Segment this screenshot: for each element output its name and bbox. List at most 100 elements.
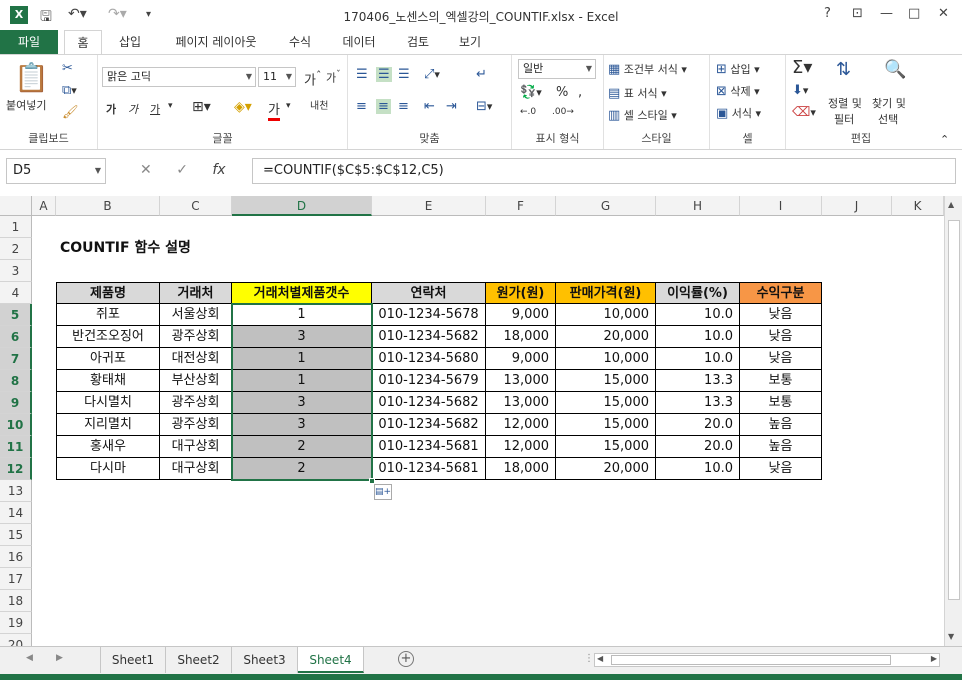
data-cell[interactable]: 높음: [740, 414, 822, 436]
sheet-tab-sheet1[interactable]: Sheet1: [100, 647, 166, 673]
data-cell[interactable]: 1: [232, 348, 372, 370]
row-header[interactable]: 14: [0, 502, 32, 524]
copy-icon[interactable]: ⧉▾: [62, 83, 77, 98]
cancel-icon[interactable]: ✕: [140, 162, 152, 178]
autosum-icon[interactable]: Σ▾: [792, 57, 812, 78]
data-cell[interactable]: 3: [232, 414, 372, 436]
tab-data[interactable]: 데이터: [332, 30, 386, 54]
data-cell[interactable]: 20.0: [656, 436, 740, 458]
column-header[interactable]: G: [556, 196, 656, 216]
close-button[interactable]: ✕: [938, 6, 949, 21]
border-icon[interactable]: ⊞▾: [192, 99, 211, 115]
data-cell[interactable]: 15,000: [556, 392, 656, 414]
column-header[interactable]: F: [486, 196, 556, 216]
data-cell[interactable]: 9,000: [486, 348, 556, 370]
data-cell[interactable]: 보통: [740, 370, 822, 392]
insert-function-button[interactable]: fx: [212, 162, 225, 178]
header-cell[interactable]: 거래처: [160, 282, 232, 304]
row-header[interactable]: 13: [0, 480, 32, 502]
sheet-tab-sheet3[interactable]: Sheet3: [232, 647, 298, 673]
column-header[interactable]: A: [32, 196, 56, 216]
data-cell[interactable]: 13,000: [486, 370, 556, 392]
header-cell[interactable]: 원가(원): [486, 282, 556, 304]
data-cell[interactable]: 010-1234-5681: [372, 458, 486, 480]
name-box[interactable]: D5 ▼: [6, 158, 106, 184]
increase-indent-icon[interactable]: ⇥: [446, 99, 457, 114]
tab-formulas[interactable]: 수식: [278, 30, 322, 54]
prev-sheet-icon[interactable]: ◀: [26, 653, 33, 663]
data-cell[interactable]: 010-1234-5679: [372, 370, 486, 392]
formula-input[interactable]: =COUNTIF($C$5:$C$12,C5): [252, 158, 956, 184]
column-header[interactable]: H: [656, 196, 740, 216]
shrink-font-icon[interactable]: 가ˇ: [326, 69, 341, 86]
column-header[interactable]: E: [372, 196, 486, 216]
data-cell[interactable]: 18,000: [486, 458, 556, 480]
underline-dropdown-icon[interactable]: ▾: [168, 101, 173, 111]
decrease-decimal-icon[interactable]: .00→: [552, 107, 574, 117]
row-header[interactable]: 2: [0, 238, 32, 260]
ribbon-display-icon[interactable]: ⊡: [852, 6, 863, 21]
tab-view[interactable]: 보기: [448, 30, 492, 54]
data-cell[interactable]: 보통: [740, 392, 822, 414]
data-cell[interactable]: 높음: [740, 436, 822, 458]
tab-file[interactable]: 파일: [0, 30, 58, 54]
data-cell[interactable]: 10.0: [656, 458, 740, 480]
font-color-icon[interactable]: 가: [268, 99, 280, 121]
align-right-icon[interactable]: ≡: [398, 99, 409, 114]
worksheet-grid[interactable]: A B C D E F G H I J K 1 2 3 4 5 6 7 8 9 …: [0, 196, 944, 646]
data-cell[interactable]: 9,000: [486, 304, 556, 326]
data-cell[interactable]: 쥐포: [56, 304, 160, 326]
data-cell[interactable]: 15,000: [556, 414, 656, 436]
row-header[interactable]: 15: [0, 524, 32, 546]
row-header[interactable]: 3: [0, 260, 32, 282]
data-cell[interactable]: 18,000: [486, 326, 556, 348]
enter-icon[interactable]: ✓: [176, 162, 188, 178]
find-select-button[interactable]: 찾기 및: [872, 95, 906, 111]
data-cell[interactable]: 3: [232, 326, 372, 348]
row-header[interactable]: 19: [0, 612, 32, 634]
data-cell[interactable]: 12,000: [486, 414, 556, 436]
font-color-dropdown-icon[interactable]: ▾: [286, 101, 291, 111]
number-format-select[interactable]: 일반 ▼: [518, 59, 596, 79]
data-cell[interactable]: 010-1234-5681: [372, 436, 486, 458]
column-header[interactable]: D: [232, 196, 372, 216]
column-header[interactable]: B: [56, 196, 160, 216]
help-button[interactable]: ?: [824, 6, 831, 21]
orientation-icon[interactable]: ⤢▾: [424, 67, 440, 82]
align-left-icon[interactable]: ≡: [356, 99, 367, 114]
data-cell[interactable]: 010-1234-5682: [372, 326, 486, 348]
data-cell[interactable]: 낮음: [740, 326, 822, 348]
grow-font-icon[interactable]: 가ˆ: [304, 69, 321, 88]
data-cell[interactable]: 낮음: [740, 348, 822, 370]
data-cell[interactable]: 12,000: [486, 436, 556, 458]
data-cell[interactable]: 1: [232, 370, 372, 392]
merge-center-icon[interactable]: ⊟▾: [476, 99, 492, 114]
tab-review[interactable]: 검토: [396, 30, 440, 54]
percent-icon[interactable]: %: [556, 85, 568, 100]
row-header[interactable]: 12: [0, 458, 32, 480]
paste-icon[interactable]: 📋: [14, 61, 49, 94]
paste-button[interactable]: 붙여넣기: [6, 97, 46, 113]
data-cell[interactable]: 반건조오징어: [56, 326, 160, 348]
font-name-select[interactable]: 맑은 고딕 ▼: [102, 67, 256, 87]
data-cell[interactable]: 대구상회: [160, 458, 232, 480]
header-cell[interactable]: 제품명: [56, 282, 160, 304]
data-cell[interactable]: 10.0: [656, 304, 740, 326]
row-header[interactable]: 16: [0, 546, 32, 568]
data-cell[interactable]: 010-1234-5678: [372, 304, 486, 326]
comma-icon[interactable]: ,: [578, 85, 582, 100]
minimize-button[interactable]: —: [880, 6, 893, 21]
sheet-tab-sheet2[interactable]: Sheet2: [166, 647, 232, 673]
sort-filter-button[interactable]: 정렬 및: [828, 95, 862, 111]
scroll-up-icon[interactable]: ▲: [948, 200, 954, 209]
data-cell[interactable]: 2: [232, 436, 372, 458]
data-cell[interactable]: 지리멸치: [56, 414, 160, 436]
horizontal-scroll-thumb[interactable]: [611, 655, 891, 665]
tab-home[interactable]: 홈: [64, 30, 102, 55]
decrease-indent-icon[interactable]: ⇤: [424, 99, 435, 114]
format-cells-button[interactable]: ▣ 서식 ▾: [716, 105, 761, 121]
maximize-button[interactable]: □: [908, 6, 920, 21]
row-header[interactable]: 4: [0, 282, 32, 304]
data-cell[interactable]: 아귀포: [56, 348, 160, 370]
row-header[interactable]: 9: [0, 392, 32, 414]
